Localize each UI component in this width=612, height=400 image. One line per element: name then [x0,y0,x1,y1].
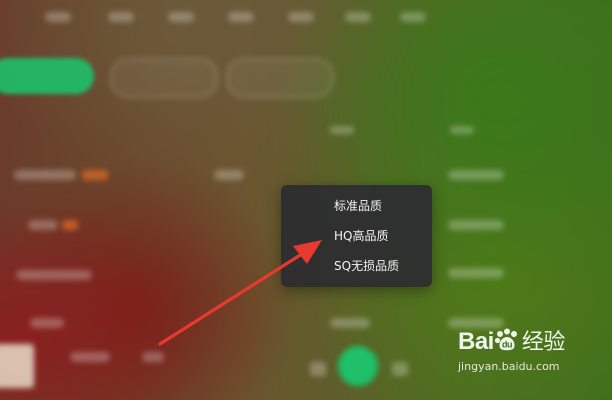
arrow-shaft [158,250,307,346]
svg-text:du: du [502,340,512,350]
arrow-head-icon [293,240,322,264]
jingyan-text: 经验 [521,329,566,354]
baidu-jingyan-watermark: Bai du 经验 jingyan.baidu.com [458,324,578,382]
screenshot-stage: 标准品质 HQ高品质 SQ无损品质 Bai du 经验 jingyan.baid… [0,0,612,400]
paw-icon: du [494,328,517,351]
watermark-url: jingyan.baidu.com [458,360,560,373]
baidu-logo: Bai du 经验 [458,324,565,356]
baidu-logo-text: Bai [458,328,494,355]
